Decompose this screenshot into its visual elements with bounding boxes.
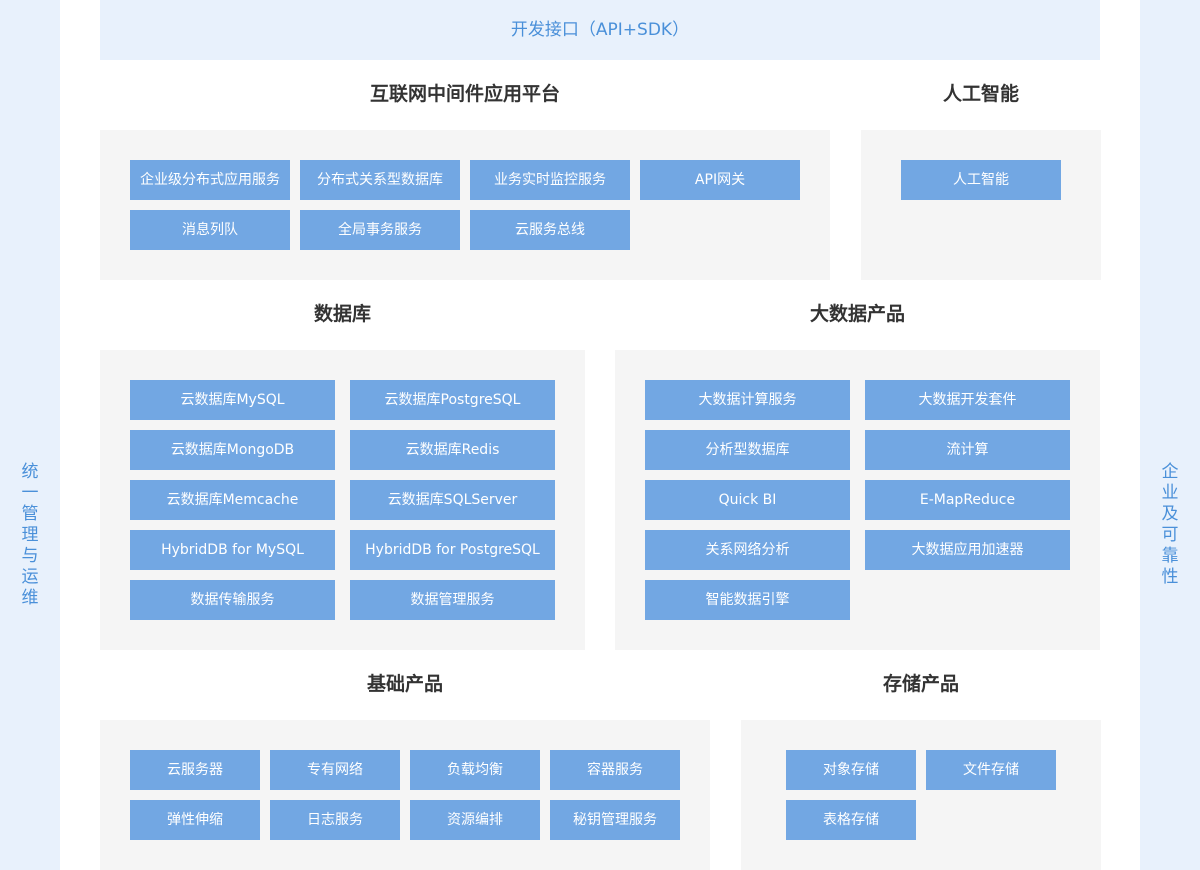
right-sidebar-char: 可 [1161, 525, 1179, 545]
bigdata-tile[interactable]: 大数据应用加速器 [865, 530, 1070, 570]
left-sidebar-char: 与 [21, 546, 39, 566]
basic-tile[interactable]: 资源编排 [410, 800, 540, 840]
database-title: 数据库 [313, 303, 371, 325]
database-tile[interactable]: 云数据库Redis [350, 430, 555, 470]
left-sidebar-char: 运 [21, 567, 39, 587]
database-tile[interactable]: 数据传输服务 [130, 580, 335, 620]
ai-title: 人工智能 [942, 83, 1019, 105]
bigdata-tile[interactable]: 分析型数据库 [645, 430, 850, 470]
middleware-tile[interactable]: API网关 [640, 160, 800, 200]
bigdata-tile[interactable]: Quick BI [645, 480, 850, 520]
middleware-tile[interactable]: 云服务总线 [470, 210, 630, 250]
left-sidebar-char: 维 [21, 588, 39, 608]
basic-tile[interactable]: 专有网络 [270, 750, 400, 790]
bigdata-tile[interactable]: 大数据计算服务 [645, 380, 850, 420]
left-sidebar-char: 管 [21, 504, 39, 524]
bigdata-panel: 大数据计算服务 大数据开发套件 分析型数据库 流计算 Quick BI E-Ma… [615, 350, 1100, 650]
left-sidebar-char: 一 [21, 483, 39, 503]
right-sidebar-char: 业 [1161, 483, 1179, 503]
storage-tile[interactable]: 文件存储 [926, 750, 1056, 790]
right-sidebar-char: 企 [1161, 462, 1179, 482]
ai-panel: 人工智能 [861, 130, 1101, 280]
database-tile[interactable]: 云数据库Memcache [130, 480, 335, 520]
middleware-tile[interactable]: 企业级分布式应用服务 [130, 160, 290, 200]
right-sidebar-char: 及 [1161, 504, 1179, 524]
left-sidebar: 统 一 管 理 与 运 维 [0, 0, 60, 870]
bigdata-tile[interactable]: 智能数据引擎 [645, 580, 850, 620]
api-sdk-bar: 开发接口（API+SDK） [100, 0, 1100, 60]
storage-tile[interactable]: 对象存储 [786, 750, 916, 790]
basic-tile[interactable]: 容器服务 [550, 750, 680, 790]
bigdata-tile[interactable]: E-MapReduce [865, 480, 1070, 520]
middleware-tile[interactable]: 业务实时监控服务 [470, 160, 630, 200]
right-sidebar-char: 性 [1161, 567, 1179, 587]
basic-tile[interactable]: 秘钥管理服务 [550, 800, 680, 840]
bigdata-tile[interactable]: 流计算 [865, 430, 1070, 470]
middleware-panel: 企业级分布式应用服务 分布式关系型数据库 业务实时监控服务 API网关 消息列队… [100, 130, 830, 280]
left-sidebar-char: 统 [21, 462, 39, 482]
database-panel: 云数据库MySQL 云数据库PostgreSQL 云数据库MongoDB 云数据… [100, 350, 585, 650]
bigdata-tile[interactable]: 关系网络分析 [645, 530, 850, 570]
database-tile[interactable]: 云数据库MongoDB [130, 430, 335, 470]
basic-tile[interactable]: 云服务器 [130, 750, 260, 790]
storage-panel: 对象存储 文件存储 表格存储 [741, 720, 1101, 870]
database-tile[interactable]: 云数据库PostgreSQL [350, 380, 555, 420]
database-tile[interactable]: 数据管理服务 [350, 580, 555, 620]
right-sidebar-label: 企 业 及 可 靠 性 [1140, 462, 1200, 588]
ai-tile[interactable]: 人工智能 [901, 160, 1061, 200]
storage-title: 存储产品 [882, 673, 959, 695]
middleware-title: 互联网中间件应用平台 [369, 83, 560, 105]
basic-tile[interactable]: 弹性伸缩 [130, 800, 260, 840]
basic-title: 基础产品 [366, 673, 443, 695]
right-sidebar: 企 业 及 可 靠 性 [1140, 0, 1200, 870]
basic-tile[interactable]: 负载均衡 [410, 750, 540, 790]
basic-tile[interactable]: 日志服务 [270, 800, 400, 840]
database-tile[interactable]: HybridDB for PostgreSQL [350, 530, 555, 570]
basic-panel: 云服务器 专有网络 负载均衡 容器服务 弹性伸缩 日志服务 资源编排 秘钥管理服… [100, 720, 710, 870]
database-tile[interactable]: 云数据库SQLServer [350, 480, 555, 520]
middleware-tile[interactable]: 分布式关系型数据库 [300, 160, 460, 200]
middleware-tile[interactable]: 消息列队 [130, 210, 290, 250]
left-sidebar-char: 理 [21, 525, 39, 545]
database-tile[interactable]: HybridDB for MySQL [130, 530, 335, 570]
bigdata-tile[interactable]: 大数据开发套件 [865, 380, 1070, 420]
left-sidebar-label: 统 一 管 理 与 运 维 [0, 462, 60, 609]
database-tile[interactable]: 云数据库MySQL [130, 380, 335, 420]
bigdata-title: 大数据产品 [809, 303, 905, 325]
storage-tile[interactable]: 表格存储 [786, 800, 916, 840]
right-sidebar-char: 靠 [1161, 546, 1179, 566]
middleware-tile[interactable]: 全局事务服务 [300, 210, 460, 250]
